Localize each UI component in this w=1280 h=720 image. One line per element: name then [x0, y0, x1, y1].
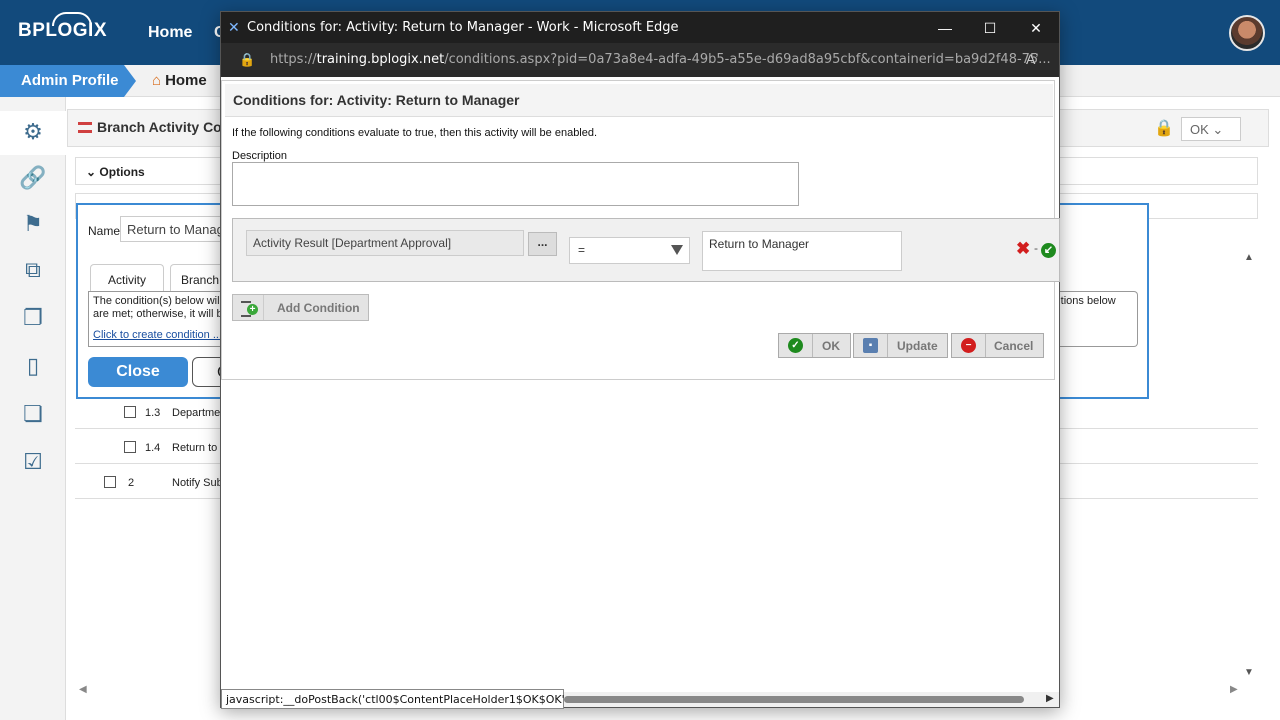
update-button[interactable]: ▪ Update — [853, 333, 948, 358]
row-text: Departme — [172, 407, 221, 419]
status-bar-url: javascript:__doPostBack('ctl00$ContentPl… — [221, 689, 579, 709]
sidebar: ⚙ 🔗 ⚑ ⧉ ❐ ▯ ❏ ☑ — [0, 97, 66, 720]
nav-home[interactable]: Home — [148, 24, 192, 42]
ok-button[interactable]: ✓ OK — [778, 333, 851, 358]
conditions-popup-window: ✕ Conditions for: Activity: Return to Ma… — [220, 11, 1060, 709]
read-aloud-icon[interactable]: A͏ʼ — [1026, 51, 1038, 67]
add-condition-button[interactable]: Add Condition — [232, 294, 369, 321]
condition-summary-box: The condition(s) below will are met; oth… — [88, 291, 238, 347]
checklist-icon[interactable]: ☑ — [18, 447, 48, 477]
breadcrumb-home[interactable]: ⌂ Home — [152, 72, 207, 89]
dialog-intro-text: If the following conditions evaluate to … — [232, 127, 598, 139]
scroll-right-arrow-icon[interactable]: ▶ — [1230, 684, 1238, 695]
description-textarea[interactable] — [232, 162, 799, 206]
user-avatar[interactable] — [1229, 15, 1265, 51]
row-checkbox[interactable] — [124, 406, 136, 418]
page-title: Branch Activity Con — [78, 119, 230, 135]
dropdown-arrow-icon — [671, 245, 683, 255]
conditions-dialog: Conditions for: Activity: Return to Mana… — [221, 80, 1060, 380]
gears-icon[interactable]: ⚙ — [18, 117, 48, 147]
field-picker-button[interactable]: ... — [528, 232, 557, 256]
save-disk-icon: ▪ — [863, 338, 878, 353]
chevron-down-icon: ⌄ — [1212, 122, 1224, 137]
home-icon: ⌂ — [152, 72, 162, 89]
close-window-icon[interactable]: ✕ — [1021, 17, 1051, 39]
edge-icon: ✕ — [228, 19, 240, 35]
bplogix-logo[interactable]: BPLOGIX — [18, 12, 107, 42]
scroll-up-arrow-icon[interactable]: ▲ — [1244, 252, 1254, 263]
options-label: Options — [99, 165, 145, 179]
branch-icon — [78, 122, 92, 133]
scroll-down-arrow-icon[interactable]: ▼ — [1244, 667, 1254, 678]
lock-icon[interactable]: 🔒 — [1154, 118, 1174, 138]
nested-squares-icon[interactable]: ⧉ — [18, 255, 48, 285]
ok-dropdown-button[interactable]: OK ⌄ — [1181, 117, 1241, 141]
add-list-icon — [241, 300, 258, 317]
condition-field-input[interactable]: Activity Result [Department Approval] — [246, 230, 524, 256]
row-text: Return to — [172, 442, 218, 454]
locked-document-icon[interactable]: ▯ — [18, 351, 48, 381]
condition-summary-text: The condition(s) below will are met; oth… — [93, 295, 229, 320]
window-titlebar: ✕ Conditions for: Activity: Return to Ma… — [221, 12, 1059, 43]
go-arrow-icon[interactable]: ↙ — [1041, 243, 1056, 258]
operator-select[interactable]: = — [569, 237, 690, 264]
flag-icon[interactable]: ⚑ — [18, 209, 48, 239]
row-checkbox[interactable] — [124, 441, 136, 453]
row-number: 1.4 — [145, 442, 161, 454]
separator-dash: - — [1034, 241, 1038, 255]
description-label: Description — [232, 150, 288, 162]
window-title: Conditions for: Activity: Return to Mana… — [247, 20, 679, 35]
check-icon: ✓ — [788, 338, 803, 353]
cancel-button[interactable]: − Cancel — [951, 333, 1044, 358]
copy-squares-icon[interactable]: ❐ — [18, 303, 48, 333]
horizontal-scrollbar[interactable]: ▶ — [564, 692, 1059, 707]
row-text: Notify Sub — [172, 477, 223, 489]
dialog-title: Conditions for: Activity: Return to Mana… — [225, 84, 1053, 117]
tab-activity[interactable]: Activity — [90, 264, 164, 292]
row-number: 1.3 — [145, 407, 161, 419]
scroll-right-arrow-icon[interactable]: ▶ — [1046, 693, 1054, 704]
minimize-icon[interactable]: — — [930, 17, 960, 39]
link-icon[interactable]: 🔗 — [18, 163, 48, 193]
scroll-left-arrow-icon[interactable]: ◀ — [79, 684, 87, 695]
close-button[interactable]: Close — [88, 357, 188, 387]
name-label: Name — [88, 224, 121, 238]
lock-icon: 🔒 — [239, 52, 256, 67]
condition-value-input[interactable]: Return to Manager — [702, 231, 902, 271]
row-checkbox[interactable] — [104, 476, 116, 488]
chevron-down-icon: ⌄ — [86, 165, 97, 179]
breadcrumb-admin-profile[interactable]: Admin Profile — [0, 65, 136, 97]
documents-icon[interactable]: ❏ — [18, 399, 48, 429]
stop-icon: − — [961, 338, 976, 353]
create-condition-link[interactable]: Click to create condition ... — [93, 329, 233, 342]
delete-condition-icon[interactable]: ✖ — [1016, 240, 1030, 257]
row-number: 2 — [128, 477, 135, 489]
address-bar[interactable]: 🔒 https://training.bplogix.net/condition… — [221, 43, 1059, 77]
url-text[interactable]: https://training.bplogix.net/conditions.… — [270, 52, 1051, 67]
scrollbar-thumb[interactable] — [564, 696, 1024, 703]
maximize-icon[interactable]: ☐ — [975, 17, 1005, 39]
condition-row: Activity Result [Department Approval] ..… — [232, 218, 1060, 282]
